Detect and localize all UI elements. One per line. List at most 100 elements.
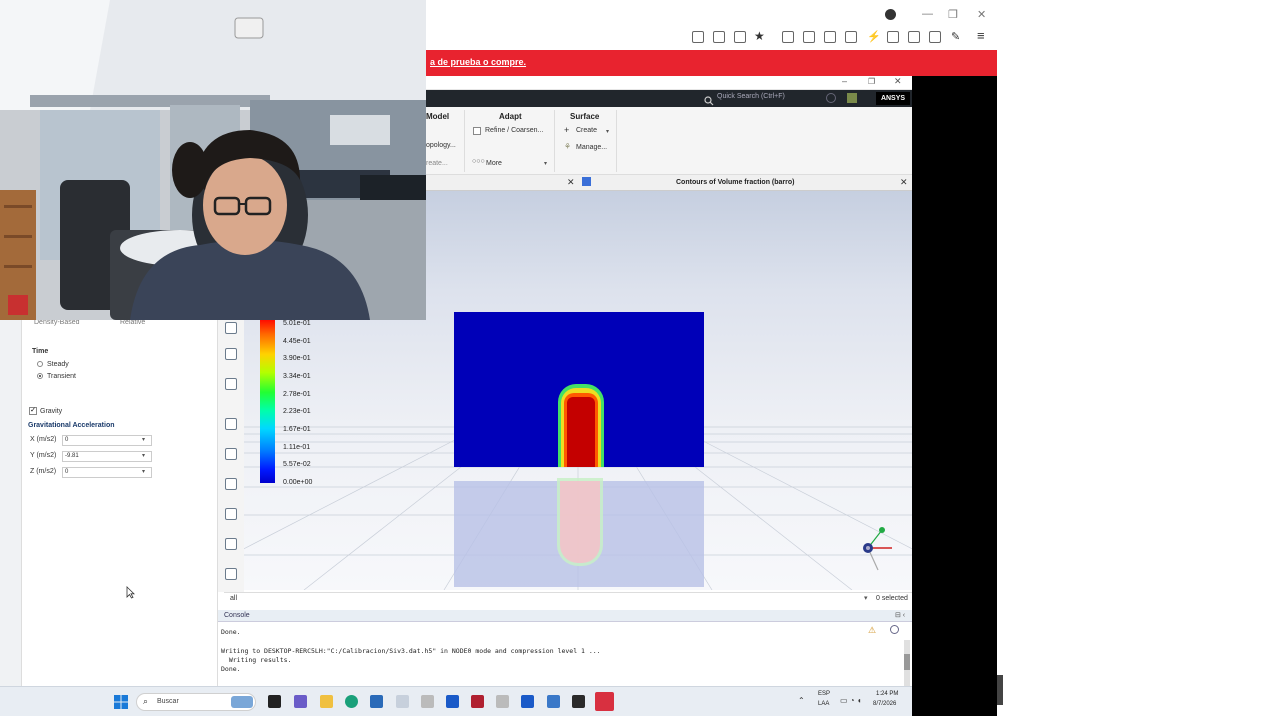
panel-icon[interactable] (847, 93, 857, 103)
fluent-close-button[interactable]: ✕ (894, 76, 902, 87)
manage-icon: ⚘ (564, 142, 572, 151)
close-panel-icon[interactable]: ✕ (567, 177, 575, 188)
warning-icon[interactable]: ⚠ (868, 625, 876, 636)
extension-icon[interactable] (692, 31, 704, 43)
pen-icon[interactable]: ✎ (951, 30, 960, 43)
clock-date[interactable]: 8/7/2026 (873, 701, 896, 707)
snipping-icon[interactable] (547, 695, 560, 708)
chevron-down-icon[interactable]: ▾ (864, 594, 868, 602)
taskbar-search[interactable]: ⌕ Buscar (136, 693, 256, 711)
shield-icon[interactable] (908, 31, 920, 43)
file-explorer-icon[interactable] (320, 695, 333, 708)
graphics-tab-title[interactable]: Contours of Volume fraction (barro) (676, 179, 794, 186)
keyboard-icon[interactable] (887, 31, 899, 43)
refine-coarsen-button[interactable]: Refine / Coarsen... (485, 127, 543, 134)
console-title: Console (224, 612, 250, 619)
axis-triad[interactable] (856, 524, 898, 576)
database-icon[interactable] (734, 31, 746, 43)
page-icon[interactable] (225, 568, 237, 580)
bolt-icon[interactable]: ⚡ (867, 30, 881, 43)
console-line: Writing results. (221, 656, 292, 664)
adapt-more-button[interactable]: More (486, 160, 502, 167)
transient-label: Transient (47, 373, 76, 380)
fit-icon[interactable] (225, 322, 237, 334)
profile-icon[interactable] (885, 9, 896, 20)
ribbon-topology-item[interactable]: opology... (426, 142, 456, 149)
layers-icon[interactable] (225, 538, 237, 550)
transient-radio[interactable] (37, 373, 43, 379)
console-options-icon[interactable]: ⊟ ‹ (895, 611, 905, 619)
graphics-tab-icon[interactable] (582, 177, 591, 186)
legend-label: 5.01e-01 (283, 320, 311, 327)
chevron-down-icon[interactable]: ▾ (544, 160, 547, 167)
trial-banner-text[interactable]: a de prueba o compre. (430, 57, 526, 67)
x-accel-field[interactable]: 0 (62, 435, 152, 446)
comment-icon[interactable] (845, 31, 857, 43)
legend-label: 4.45e-01 (283, 338, 311, 345)
sidebar-icon[interactable] (803, 31, 815, 43)
app-icon[interactable] (396, 695, 409, 708)
y-accel-field[interactable]: -9.81 (62, 451, 152, 462)
restore-button[interactable]: ❐ (948, 8, 958, 21)
console-output[interactable]: Done. Writing to DESKTOP-RERC5LH:"C:/Cal… (218, 622, 912, 686)
zoom-box-icon[interactable] (225, 448, 237, 460)
teams-icon[interactable] (294, 695, 307, 708)
chevron-down-icon[interactable]: ▾ (606, 128, 609, 135)
windows-start-icon[interactable] (114, 695, 128, 709)
relative-option[interactable]: Relative (120, 319, 145, 326)
ribbon-create-item[interactable]: reate... (426, 160, 448, 167)
surface-create-button[interactable]: Create (576, 127, 597, 134)
project-icon[interactable] (446, 695, 459, 708)
access-icon[interactable] (471, 695, 484, 708)
chevron-up-icon[interactable]: ⌃ (798, 696, 805, 705)
help-icon[interactable] (826, 93, 836, 103)
fluent-minimize-button[interactable]: – (842, 76, 847, 86)
console-scrollbar[interactable] (904, 640, 910, 686)
steady-radio[interactable] (37, 361, 43, 367)
chevron-down-icon[interactable]: ▾ (142, 436, 145, 443)
window-icon[interactable] (824, 31, 836, 43)
powerpoint-icon[interactable] (521, 695, 534, 708)
minimize-button[interactable]: — (922, 8, 933, 20)
close-tab-icon[interactable]: ✕ (900, 177, 908, 188)
menu-icon[interactable]: ≡ (977, 28, 985, 43)
chevron-down-icon[interactable]: ▾ (142, 452, 145, 459)
legend-label: 1.11e-01 (283, 444, 311, 451)
clock-time[interactable]: 1:24 PM (876, 691, 898, 697)
screenshot-icon[interactable] (929, 31, 941, 43)
scrollbar[interactable] (997, 675, 1003, 705)
language-indicator[interactable]: ESP (818, 691, 830, 697)
word-icon-2[interactable] (496, 695, 509, 708)
fluent-restore-button[interactable]: ❐ (868, 77, 875, 86)
task-view-icon[interactable] (268, 695, 281, 708)
ansys-taskbar-icon[interactable] (572, 695, 585, 708)
refine-icon (473, 127, 481, 135)
select-icon[interactable] (225, 348, 237, 360)
close-button[interactable]: ✕ (977, 8, 986, 21)
info-icon[interactable] (890, 625, 899, 634)
quick-search-input[interactable]: Quick Search (Ctrl+F) (717, 93, 785, 100)
z-accel-field[interactable]: 0 (62, 467, 152, 478)
surface-manage-button[interactable]: Manage... (576, 144, 607, 151)
store-icon[interactable] (370, 695, 383, 708)
word-icon[interactable] (421, 695, 434, 708)
legend-label: 0.00e+00 (283, 479, 313, 486)
probe-icon[interactable] (225, 378, 237, 390)
console-scroll-thumb[interactable] (904, 654, 910, 670)
ruler-icon[interactable] (225, 508, 237, 520)
language-layout[interactable]: LAA (818, 701, 829, 707)
recording-icon[interactable] (595, 692, 614, 711)
density-based-option[interactable]: Density-Based (34, 319, 80, 326)
star-icon[interactable]: ★ (754, 29, 765, 43)
view-cube-icon[interactable] (225, 418, 237, 430)
gravity-checkbox[interactable]: ✓ (29, 407, 37, 415)
hourglass-icon[interactable] (713, 31, 725, 43)
axes-icon[interactable] (225, 478, 237, 490)
selection-filter-select[interactable]: all (230, 595, 237, 602)
reader-icon[interactable] (782, 31, 794, 43)
network-volume-icon[interactable]: ▭ ◔ ◖ (840, 696, 862, 705)
mud-reflection (560, 481, 600, 563)
edge-icon[interactable] (345, 695, 358, 708)
chevron-down-icon[interactable]: ▾ (142, 468, 145, 475)
z-accel-label: Z (m/s2) (30, 468, 57, 475)
